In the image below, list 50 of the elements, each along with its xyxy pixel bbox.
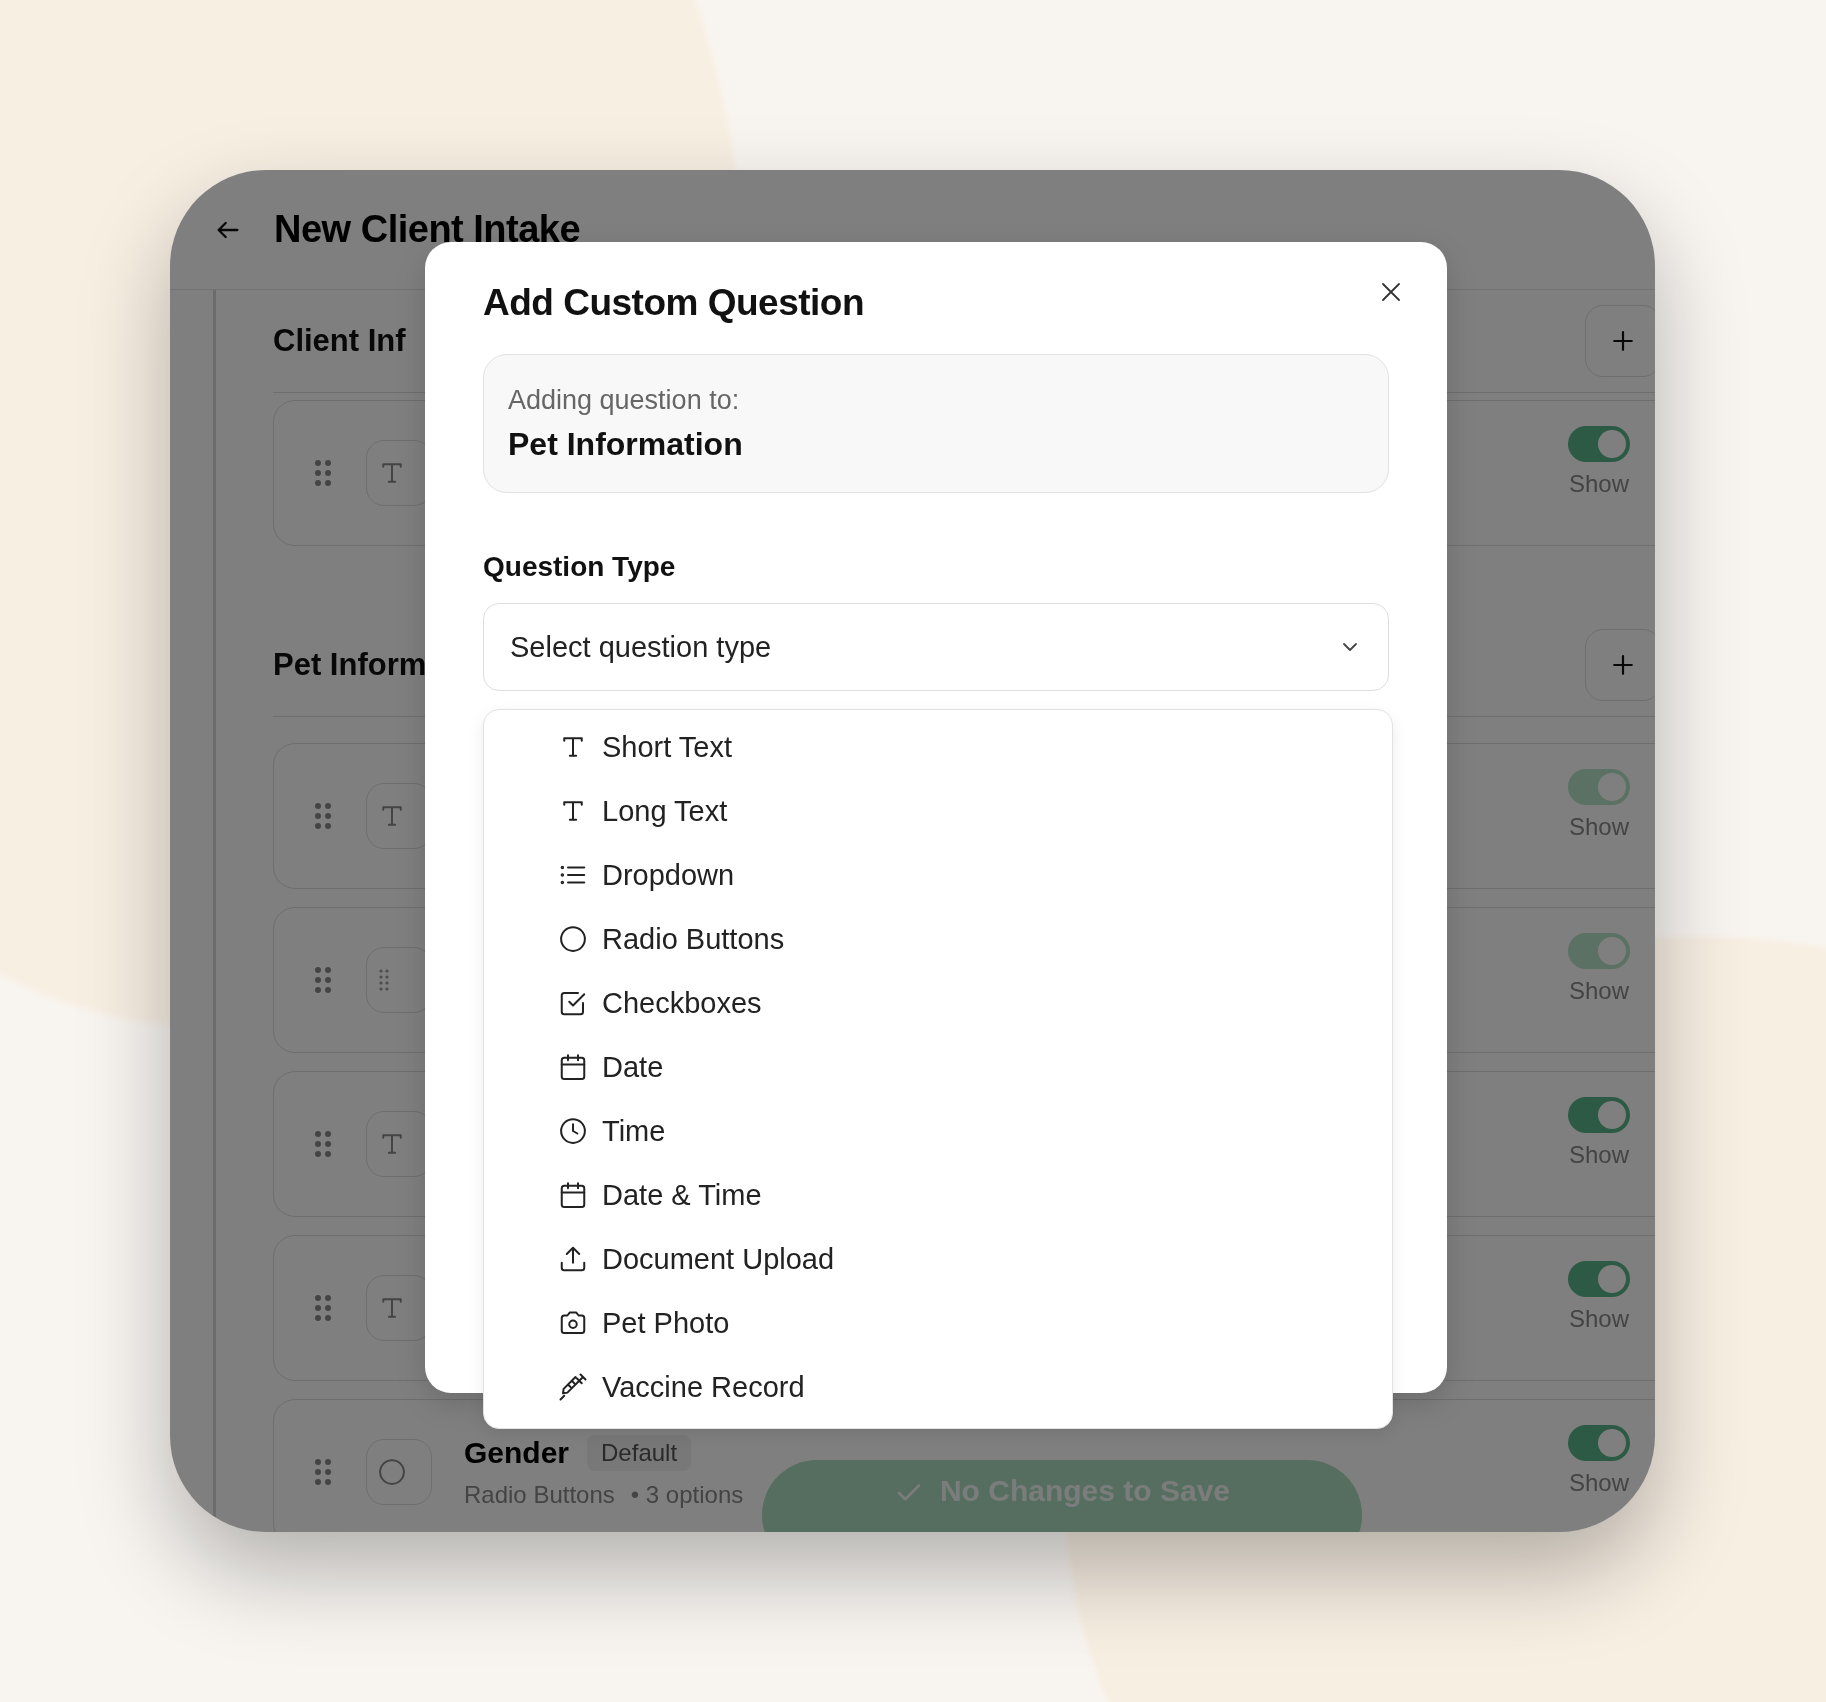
dropdown-option[interactable]: Pet Photo — [484, 1291, 1392, 1355]
calendar-icon — [558, 1052, 588, 1082]
dropdown-option[interactable]: Radio Buttons — [484, 907, 1392, 971]
drag-handle-icon[interactable] — [314, 1458, 332, 1486]
drag-handle-icon[interactable] — [314, 802, 332, 830]
field-type: Radio Buttons — [464, 1481, 615, 1509]
option-count: • 3 options — [630, 1481, 744, 1509]
dropdown-option[interactable]: Checkboxes — [484, 971, 1392, 1035]
drag-handle-icon[interactable] — [314, 459, 332, 487]
dropdown-option[interactable]: Long Text — [484, 779, 1392, 843]
page-title: New Client Intake — [274, 208, 581, 251]
drag-handle-icon[interactable] — [314, 1294, 332, 1322]
dropdown-option[interactable]: Vaccine Record — [484, 1355, 1392, 1419]
dropdown-option[interactable]: Document Upload — [484, 1227, 1392, 1291]
dropdown-option[interactable]: Date — [484, 1035, 1392, 1099]
dropdown-option[interactable]: Dropdown — [484, 843, 1392, 907]
target-label: Adding question to: — [508, 384, 740, 416]
dropdown-option[interactable]: Date & Time — [484, 1163, 1392, 1227]
syringe-icon — [558, 1372, 588, 1402]
target-section-name: Pet Information — [508, 425, 743, 463]
modal-title: Add Custom Question — [483, 281, 865, 325]
dropdown-option[interactable]: Time — [484, 1099, 1392, 1163]
section-title: Pet Inform — [273, 647, 427, 683]
field-label: Question Type — [483, 551, 676, 583]
dropdown-option[interactable]: Short Text — [484, 715, 1392, 779]
add-question-button[interactable] — [1585, 629, 1655, 701]
drag-handle-icon[interactable] — [314, 1130, 332, 1158]
toggle-label: Show — [1568, 470, 1629, 498]
toggle-label: Show — [1568, 1141, 1629, 1169]
default-tag: Default — [587, 1435, 692, 1471]
question-type-select[interactable]: Select question type — [483, 603, 1389, 691]
plus-icon — [1612, 654, 1634, 676]
section-title: Client Inf — [273, 323, 406, 359]
toggle-label: Show — [1568, 1305, 1629, 1333]
circle-icon — [558, 924, 588, 954]
toggle-label: Show — [1568, 977, 1629, 1005]
show-toggle[interactable] — [1568, 1261, 1630, 1297]
toggle-label: Show — [1568, 1469, 1629, 1497]
field-name: Gender — [464, 1436, 570, 1470]
add-question-button[interactable] — [1585, 305, 1655, 377]
drag-handle-icon[interactable] — [314, 966, 332, 994]
clock-icon — [558, 1116, 588, 1146]
plus-icon — [1612, 330, 1634, 352]
upload-icon — [558, 1244, 588, 1274]
show-toggle[interactable] — [1568, 1425, 1630, 1461]
toggle-label: Show — [1568, 813, 1629, 841]
calendar-icon — [558, 1180, 588, 1210]
show-toggle[interactable] — [1568, 426, 1630, 462]
circle-icon — [377, 1457, 407, 1487]
show-toggle[interactable] — [1568, 1097, 1630, 1133]
